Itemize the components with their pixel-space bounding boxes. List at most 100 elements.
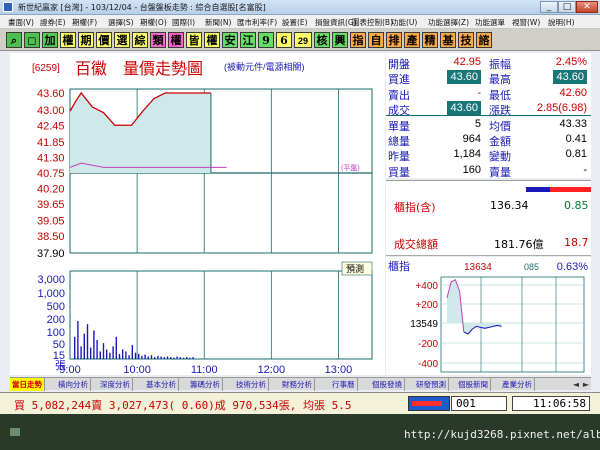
search-icon[interactable]: ⌕	[6, 32, 22, 48]
menu-item[interactable]: 功能選單	[475, 17, 505, 28]
toolbar-button[interactable]: 權	[60, 32, 76, 48]
menu-item[interactable]: 證券(E)	[40, 17, 66, 28]
menu-item[interactable]: 視窗(W)	[512, 17, 540, 28]
tab-1[interactable]: 橫向分析	[56, 378, 91, 391]
toolbar-button[interactable]: 精	[422, 32, 438, 48]
quote-row: 單量 5 均價 43.33	[386, 117, 591, 133]
tab-10[interactable]: 個股新聞	[456, 378, 491, 391]
maximize-button[interactable]: □	[558, 1, 576, 13]
toolbar-button[interactable]: 期	[78, 32, 94, 48]
volume-tick-label: 100	[47, 327, 65, 339]
menu-item[interactable]: 說明(H)	[548, 17, 575, 28]
quote-value: 42.95	[453, 56, 481, 68]
tab-6[interactable]: 財務分析	[280, 378, 315, 391]
menu-item[interactable]: 損盤資訊(G)	[315, 17, 357, 28]
close-button[interactable]: ✕	[576, 1, 598, 13]
volume-bar	[173, 357, 175, 359]
menu-item[interactable]: 設置(E)	[282, 17, 308, 28]
volume-plot-frame	[69, 270, 373, 360]
toolbar-button[interactable]: 江	[240, 32, 256, 48]
price-volume-chart[interactable]: [6259] 百徽 量價走勢圖 (被動元件/電源相關) 43.60 43.00 42.45 4…	[10, 53, 385, 375]
menu-item[interactable]: 期權(O)	[140, 17, 167, 28]
toolbar-button[interactable]: 產	[404, 32, 420, 48]
menu-item[interactable]: 匯市利率(F)	[237, 17, 277, 28]
volume-bar	[182, 357, 185, 359]
quote-label: 賣量	[489, 165, 511, 179]
volume-bar	[74, 336, 76, 359]
quote-row: 買量 160 賣量 -	[386, 163, 591, 179]
tab-9[interactable]: 研發預測	[414, 378, 449, 391]
menu-item[interactable]: 期權(F)	[72, 17, 97, 28]
volume-bar	[106, 349, 108, 359]
quote-value: 43.60	[447, 101, 481, 116]
quote-row: 總量 964 金額 0.41	[386, 132, 591, 148]
menu-item[interactable]: 功能選擇(Z)	[428, 17, 469, 28]
chart-canvas[interactable]: [6259] 百徽 量價走勢圖 (被動元件/電源相關) 43.60 43.00 42.45 4…	[10, 53, 385, 375]
toolbar-button[interactable]: 價	[96, 32, 112, 48]
toolbar-button[interactable]: 權	[168, 32, 184, 48]
toolbar-button[interactable]: 諮	[476, 32, 492, 48]
volume-bar	[179, 357, 181, 359]
volume-bar	[99, 351, 101, 359]
quote-value: 43.60	[447, 70, 481, 85]
minimize-button[interactable]: _	[540, 1, 558, 13]
toolbar-button[interactable]: 權	[204, 32, 220, 48]
mini-chart-label: 櫃指	[388, 259, 410, 273]
tab-5[interactable]: 技術分析	[234, 378, 269, 391]
toolbar-button[interactable]: 類	[150, 32, 166, 48]
toolbar-button[interactable]: 9	[258, 32, 274, 48]
volume-bar	[90, 347, 92, 359]
toolbar-button[interactable]: 6	[276, 32, 292, 48]
toolbar-button[interactable]: 指	[350, 32, 366, 48]
turnover-label: 成交總額	[394, 238, 438, 251]
toolbar-button[interactable]: 技	[458, 32, 474, 48]
toolbar-button[interactable]: 基	[440, 32, 456, 48]
menu-item[interactable]: 功能(U)	[391, 17, 417, 28]
mini-chart-canvas[interactable]: 櫃指 13634 085 0.63% +400 +200 13549 -200 -400	[386, 257, 591, 375]
volume-bar	[147, 356, 149, 359]
menu-item[interactable]: 選擇(S)	[108, 17, 134, 28]
toolbar-button[interactable]: 29	[294, 32, 312, 48]
volume-bar	[144, 354, 146, 359]
mini-tick-label: -400	[418, 359, 438, 370]
menu-item[interactable]: 圖表控制(B)	[352, 17, 393, 28]
stock-code-input[interactable]: 001	[451, 396, 507, 411]
menu-item[interactable]: 新聞(N)	[205, 17, 231, 28]
menu-item[interactable]: 畫面(V)	[8, 17, 34, 28]
toolbar-button[interactable]: 自	[368, 32, 384, 48]
tab-2[interactable]: 深度分析	[98, 378, 133, 391]
limit-note: (平盤)	[341, 163, 360, 172]
otc-index-mini-chart[interactable]: 櫃指 13634 085 0.63% +400 +200 13549 -200 -400	[386, 257, 591, 375]
toolbar-button[interactable]: 加	[42, 32, 58, 48]
quote-panel: 開盤 42.95 振幅 2.45% 買進 43.60 最高 43.60 賣出 - 最低 42.60 成交…	[386, 53, 591, 179]
tab-0[interactable]: 當日走勢	[10, 378, 45, 391]
volume-bar	[96, 340, 98, 359]
browser-icon[interactable]: ◻	[24, 32, 40, 48]
toolbar-button[interactable]: 選	[114, 32, 130, 48]
volume-bar	[163, 357, 165, 359]
tab-4[interactable]: 籌碼分析	[188, 378, 223, 391]
volume-bar	[102, 343, 105, 359]
quote-value: 43.60	[553, 70, 587, 85]
toolbar-button[interactable]: 興	[332, 32, 348, 48]
tab-scroll-left[interactable]: ◄	[571, 378, 581, 391]
volume-tick-label: 200	[47, 314, 65, 326]
volume-bar	[160, 356, 162, 359]
tab-7[interactable]: 行事曆	[330, 378, 358, 391]
volume-bar	[176, 356, 178, 359]
volume-bar	[170, 357, 172, 359]
toolbar-button[interactable]: 安	[222, 32, 238, 48]
toolbar-button[interactable]: 綜	[132, 32, 148, 48]
tab-3[interactable]: 基本分析	[144, 378, 179, 391]
volume-bar	[86, 324, 89, 359]
toolbar-button[interactable]: 核	[314, 32, 330, 48]
tab-8[interactable]: 個股發燒	[370, 378, 405, 391]
volume-bar	[150, 355, 153, 359]
toolbar-button[interactable]: 皆	[186, 32, 202, 48]
tab-11[interactable]: 產業分析	[500, 378, 535, 391]
toolbar-button[interactable]: 排	[386, 32, 402, 48]
menu-item[interactable]: 國際(I)	[172, 17, 195, 28]
title-bar[interactable]: 新世紀贏家 [台灣] - 103/12/04 - 台盤盤板走勢 : 綜合自選股[…	[0, 0, 600, 15]
tab-scroll-right[interactable]: ►	[581, 378, 591, 391]
volume-bar	[186, 357, 188, 359]
